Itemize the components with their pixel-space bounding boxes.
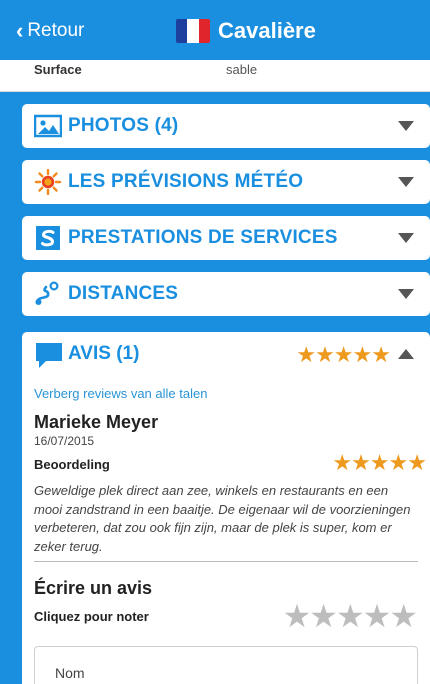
star-icon-1: ★ — [332, 450, 352, 475]
title-group: Cavalière — [176, 18, 316, 44]
section-distances-label: DISTANCES — [68, 283, 179, 304]
back-button[interactable]: ‹ Retour — [16, 20, 84, 42]
distance-pin-icon — [35, 281, 59, 305]
star-icon-4: ★ — [352, 342, 373, 367]
review-author: Marieke Meyer — [34, 412, 159, 432]
services-s-icon — [36, 226, 60, 250]
section-reviews-header[interactable]: AVIS (1) ★★★★★ — [22, 332, 430, 378]
review-rating-stars: ★★★★★ — [332, 450, 427, 475]
star-icon-2: ★ — [351, 450, 371, 475]
review-date: 16/07/2015 — [34, 434, 95, 448]
star-icon-3: ★ — [369, 450, 390, 475]
rate-stars-input[interactable]: ★★★★★ — [283, 598, 418, 634]
write-review-title: Écrire un avis — [34, 578, 153, 598]
star-icon-5: ★ — [407, 450, 427, 475]
app-header: ‹ Retour Cavalière — [0, 0, 430, 60]
speech-bubble-icon — [36, 343, 62, 368]
rate-star-icon-4[interactable]: ★ — [363, 598, 392, 634]
star-icon-4: ★ — [388, 450, 409, 475]
section-weather[interactable]: LES PRÉVISIONS MÉTÉO — [22, 160, 430, 204]
france-flag-icon — [176, 19, 210, 43]
review-text: Geweldige plek direct aan zee, winkels e… — [34, 483, 411, 554]
section-photos[interactable]: PHOTOS (4) — [22, 104, 430, 148]
section-distances[interactable]: DISTANCES — [22, 272, 430, 316]
star-icon-2: ★ — [315, 342, 335, 367]
section-services-label: PRESTATIONS DE SERVICES — [68, 227, 338, 248]
star-icon-5: ★ — [371, 342, 391, 367]
rate-star-icon-1[interactable]: ★ — [283, 598, 312, 634]
surface-row: Surface sable — [0, 60, 430, 92]
surface-value: sable — [226, 62, 258, 77]
section-photos-label: PHOTOS (4) — [68, 115, 179, 136]
chevron-left-icon: ‹ — [16, 18, 24, 43]
star-icon-1: ★ — [296, 342, 316, 367]
chevron-down-icon — [398, 289, 414, 299]
chevron-up-icon[interactable] — [398, 349, 414, 359]
rate-star-icon-3[interactable]: ★ — [336, 598, 365, 634]
name-field[interactable] — [34, 646, 418, 684]
section-weather-label: LES PRÉVISIONS MÉTÉO — [68, 171, 304, 192]
hide-other-languages-link[interactable]: Verberg reviews van alle talen — [34, 386, 207, 401]
section-reviews-label: AVIS (1) — [68, 343, 140, 364]
surface-label: Surface — [34, 62, 82, 77]
section-reviews: AVIS (1) ★★★★★ Verberg reviews van alle … — [22, 332, 430, 684]
section-services[interactable]: PRESTATIONS DE SERVICES — [22, 216, 430, 260]
image-icon — [34, 114, 62, 138]
chevron-down-icon — [398, 121, 414, 131]
overall-rating-stars: ★★★★★ — [296, 342, 391, 367]
page-title: Cavalière — [218, 18, 316, 43]
star-icon-3: ★ — [333, 342, 354, 367]
back-label: Retour — [27, 20, 85, 41]
sun-icon — [34, 169, 62, 195]
chevron-down-icon — [398, 233, 414, 243]
chevron-down-icon — [398, 177, 414, 187]
review-rating-label: Beoordeling — [34, 457, 110, 472]
name-input[interactable] — [55, 665, 355, 681]
divider — [34, 561, 418, 562]
click-to-rate-label: Cliquez pour noter — [34, 609, 149, 624]
rate-star-icon-2[interactable]: ★ — [309, 598, 338, 634]
rate-star-icon-5[interactable]: ★ — [389, 598, 418, 634]
